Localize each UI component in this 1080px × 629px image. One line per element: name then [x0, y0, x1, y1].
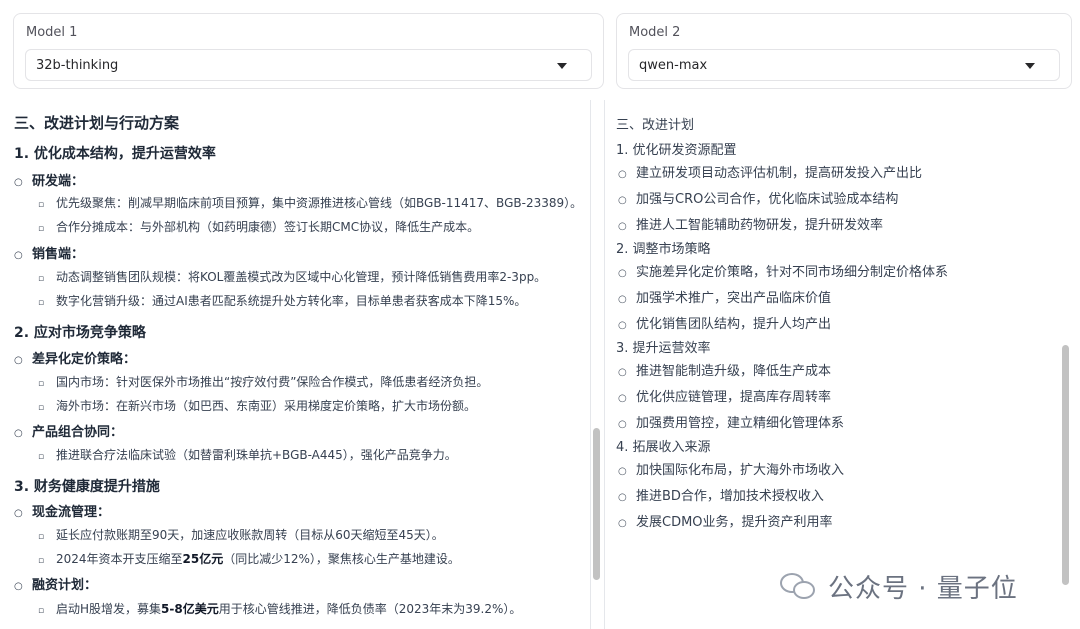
- chevron-down-icon: [1025, 63, 1035, 69]
- right-list-item: ○ 优化供应链管理，提高库存周转率: [618, 390, 832, 405]
- chevron-down-icon: [557, 63, 567, 69]
- right-list-item: ○ 加强费用管控，建立精细化管理体系: [618, 416, 845, 431]
- model-2-output-panel[interactable]: 三、改进计划 1. 优化研发资源配置 ○ 建立研发项目动态评估机制，提高研发投入产…: [604, 100, 1080, 629]
- right-list-item: ○ 加强学术推广，突出产品临床价值: [618, 291, 832, 306]
- model-2-value: qwen-max: [639, 58, 708, 73]
- left-subbullet: ▫ 延长应付款账期至90天，加速应收账款周转（目标从60天缩短至45天）。: [38, 528, 444, 542]
- right-section-title: 3. 提升运营效率: [616, 341, 711, 356]
- left-bullet: ○ 产品组合协同：: [14, 425, 124, 440]
- watermark-text: 公众号 · 量子位: [828, 573, 1018, 604]
- right-list-item: ○ 实施差异化定价策略，针对不同市场细分制定价格体系: [618, 265, 949, 280]
- right-heading: 三、改进计划: [616, 118, 695, 133]
- left-section-3-title: 3. 财务健康度提升措施: [14, 479, 160, 495]
- right-list-item: ○ 建立研发项目动态评估机制，提高研发投入产出比: [618, 166, 923, 181]
- left-section-1-title: 1. 优化成本结构，提升运营效率: [14, 146, 216, 162]
- left-bullet: ○ 研发端：: [14, 174, 85, 189]
- model-1-value: 32b-thinking: [36, 58, 119, 73]
- left-bullet: ○ 现金流管理：: [14, 505, 111, 520]
- left-bullet: ○ 融资计划：: [14, 578, 98, 593]
- right-section-title: 4. 拓展收入来源: [616, 440, 711, 455]
- left-subbullet: ▫ 国内市场：针对医保外市场推出“按疗效付费”保险合作模式，降低患者经济负担。: [38, 375, 489, 389]
- right-section-title: 1. 优化研发资源配置: [616, 143, 737, 158]
- wechat-icon: [780, 571, 818, 601]
- left-subbullet: ▫ 2024年资本开支压缩至25亿元（同比减少12%），聚焦核心生产基地建设。: [38, 552, 460, 566]
- right-scrollbar[interactable]: [1061, 100, 1070, 629]
- left-heading: 三、改进计划与行动方案: [14, 114, 180, 132]
- right-scrollbar-thumb[interactable]: [1062, 345, 1069, 585]
- model-1-label: Model 1: [26, 25, 78, 40]
- left-scrollbar[interactable]: [592, 100, 601, 629]
- right-list-item: ○ 推进人工智能辅助药物研发，提升研发效率: [618, 218, 884, 233]
- right-list-item: ○ 优化销售团队结构，提升人均产出: [618, 317, 832, 332]
- right-list-item: ○ 推进智能制造升级，降低生产成本: [618, 364, 832, 379]
- left-bullet: ○ 差异化定价策略：: [14, 352, 137, 367]
- model-1-dropdown[interactable]: 32b-thinking: [25, 49, 592, 81]
- model-2-label: Model 2: [629, 25, 681, 40]
- model-1-selector-card: Model 1 32b-thinking: [13, 13, 604, 89]
- left-subbullet: ▫ 合作分摊成本：与外部机构（如药明康德）签订长期CMC协议，降低生产成本。: [38, 220, 480, 234]
- model-2-selector-card: Model 2 qwen-max: [616, 13, 1072, 89]
- left-subbullet: ▫ 推进联合疗法临床试验（如替雷利珠单抗+BGB-A445），强化产品竞争力。: [38, 448, 457, 462]
- left-subbullet: ▫ 优先级聚焦：削减早期临床前项目预算，集中资源推进核心管线（如BGB-11417…: [38, 196, 583, 210]
- model-2-dropdown[interactable]: qwen-max: [628, 49, 1060, 81]
- left-bullet: ○ 销售端：: [14, 247, 85, 262]
- watermark: 公众号 · 量子位: [780, 566, 1018, 606]
- right-list-item: ○ 加快国际化布局，扩大海外市场收入: [618, 463, 845, 478]
- left-subbullet: ▫ 数字化营销升级：通过AI患者匹配系统提升处方转化率，目标单患者获客成本下降15…: [38, 294, 527, 308]
- panel-divider: [590, 100, 591, 629]
- left-subbullet: ▫ 海外市场：在新兴市场（如巴西、东南亚）采用梯度定价策略，扩大市场份额。: [38, 399, 477, 413]
- model-1-output-panel[interactable]: 三、改进计划与行动方案 1. 优化成本结构，提升运营效率 ○ 研发端： ▫ 优先级聚…: [0, 100, 590, 629]
- right-list-item: ○ 发展CDMO业务，提升资产利用率: [618, 515, 833, 530]
- left-section-2-title: 2. 应对市场竞争策略: [14, 325, 146, 341]
- right-list-item: ○ 推进BD合作，增加技术授权收入: [618, 489, 824, 504]
- left-subbullet: ▫ 启动H股增发，募集5-8亿美元用于核心管线推进，降低负债率（2023年末为39…: [38, 602, 522, 616]
- left-subbullet: ▫ 动态调整销售团队规模：将KOL覆盖模式改为区域中心化管理，预计降低销售费用率2…: [38, 270, 547, 284]
- left-scrollbar-thumb[interactable]: [593, 428, 600, 580]
- right-list-item: ○ 加强与CRO公司合作，优化临床试验成本结构: [618, 192, 899, 207]
- right-section-title: 2. 调整市场策略: [616, 242, 711, 257]
